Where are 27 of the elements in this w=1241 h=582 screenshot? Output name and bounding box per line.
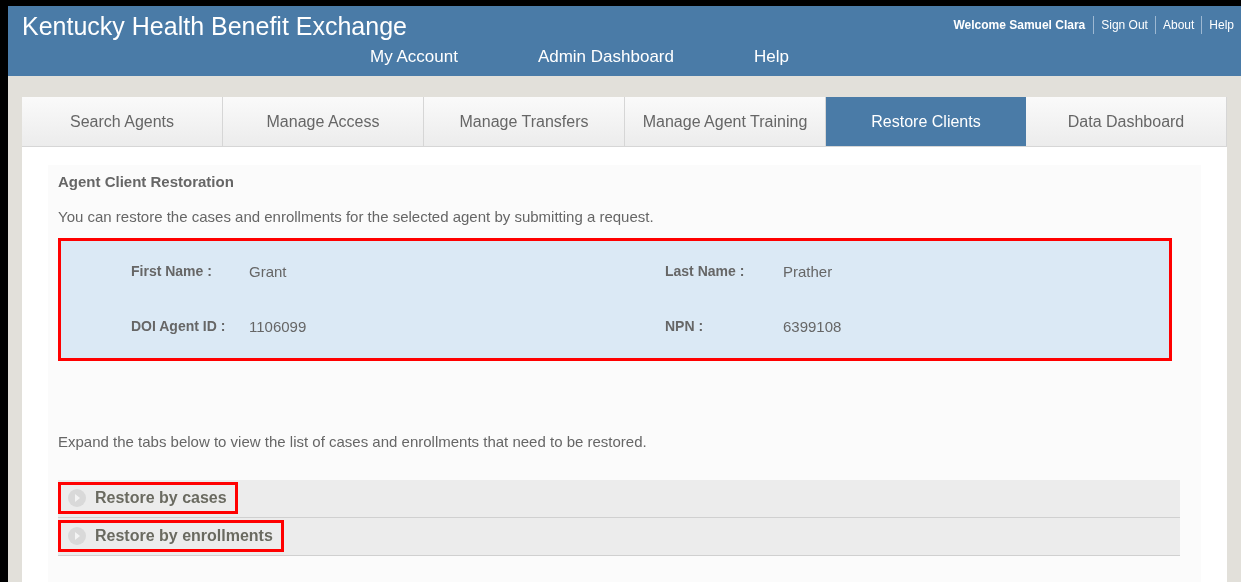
nav-link[interactable]: Help — [753, 44, 789, 70]
tab[interactable]: Search Agents — [22, 97, 223, 146]
nav-link[interactable]: Admin Dashboard — [537, 44, 674, 70]
header-link[interactable]: Help — [1201, 16, 1241, 34]
tab[interactable]: Manage Transfers — [424, 97, 625, 146]
field-label: NPN : — [665, 317, 705, 336]
tab[interactable]: Restore Clients — [826, 97, 1026, 146]
header-link[interactable]: Sign Out — [1093, 16, 1155, 34]
tab[interactable]: Manage Agent Training — [625, 97, 826, 146]
field-label: DOI Agent ID : — [131, 317, 227, 336]
description-text: You can restore the cases and enrollments for the selected agent by submitting a request. — [58, 206, 655, 227]
expand-icon[interactable] — [67, 488, 87, 508]
site-title: Kentucky Health Benefit Exchange — [22, 14, 407, 39]
nav-link[interactable]: My Account — [370, 44, 458, 70]
field-value: Grant — [249, 261, 287, 282]
section-title: Agent Client Restoration — [58, 172, 235, 192]
field-value: 6399108 — [783, 317, 842, 337]
field-value: 1106099 — [249, 317, 307, 337]
tab[interactable]: Data Dashboard — [1026, 97, 1227, 146]
field-value: Prather — [783, 261, 833, 282]
header-link[interactable]: About — [1154, 16, 1202, 34]
expand-icon[interactable] — [67, 526, 87, 546]
field-label: First Name : — [131, 261, 213, 281]
tab[interactable]: Manage Access — [223, 97, 424, 146]
welcome-text: Welcome Samuel Clara — [953, 17, 1087, 34]
field-label: Last Name : — [665, 261, 746, 281]
instructions-text: Expand the tabs below to view the list of cases and enrollments that need to be restored. — [58, 432, 648, 452]
